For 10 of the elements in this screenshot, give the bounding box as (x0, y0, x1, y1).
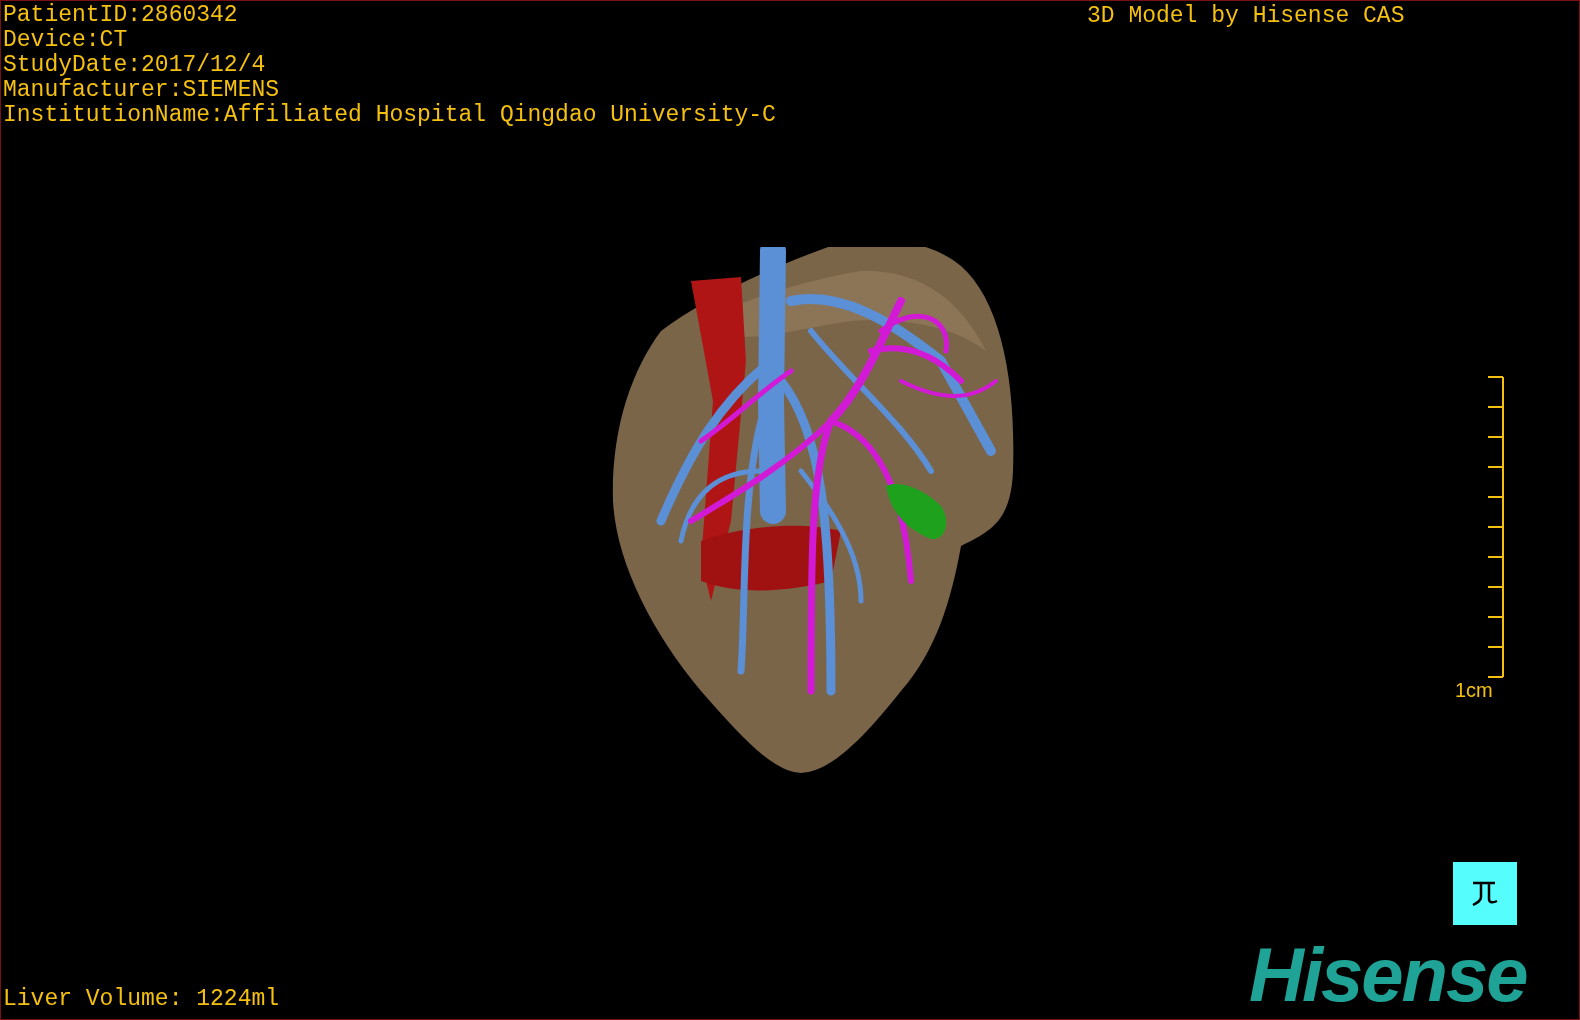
model-title: 3D Model by Hisense CAS (1087, 4, 1405, 29)
scale-label: 1cm (1455, 679, 1493, 701)
patient-info-text: InstitutionName:Affiliated Hospital Qingdao University-C (3, 103, 776, 128)
patient-info-text: Device:CT (3, 28, 129, 53)
view-button[interactable] (1453, 862, 1517, 925)
liver-volume-text: Liver Volume: 1224ml (3, 987, 280, 1012)
patient-info-text: StudyDate:2017/12/4 (3, 53, 267, 78)
patient-info-text: Manufacturer:SIEMENS (3, 78, 281, 103)
hisense-logo: Hisense (1249, 937, 1527, 1013)
patient-info-text: PatientID:2860342 (3, 3, 239, 28)
